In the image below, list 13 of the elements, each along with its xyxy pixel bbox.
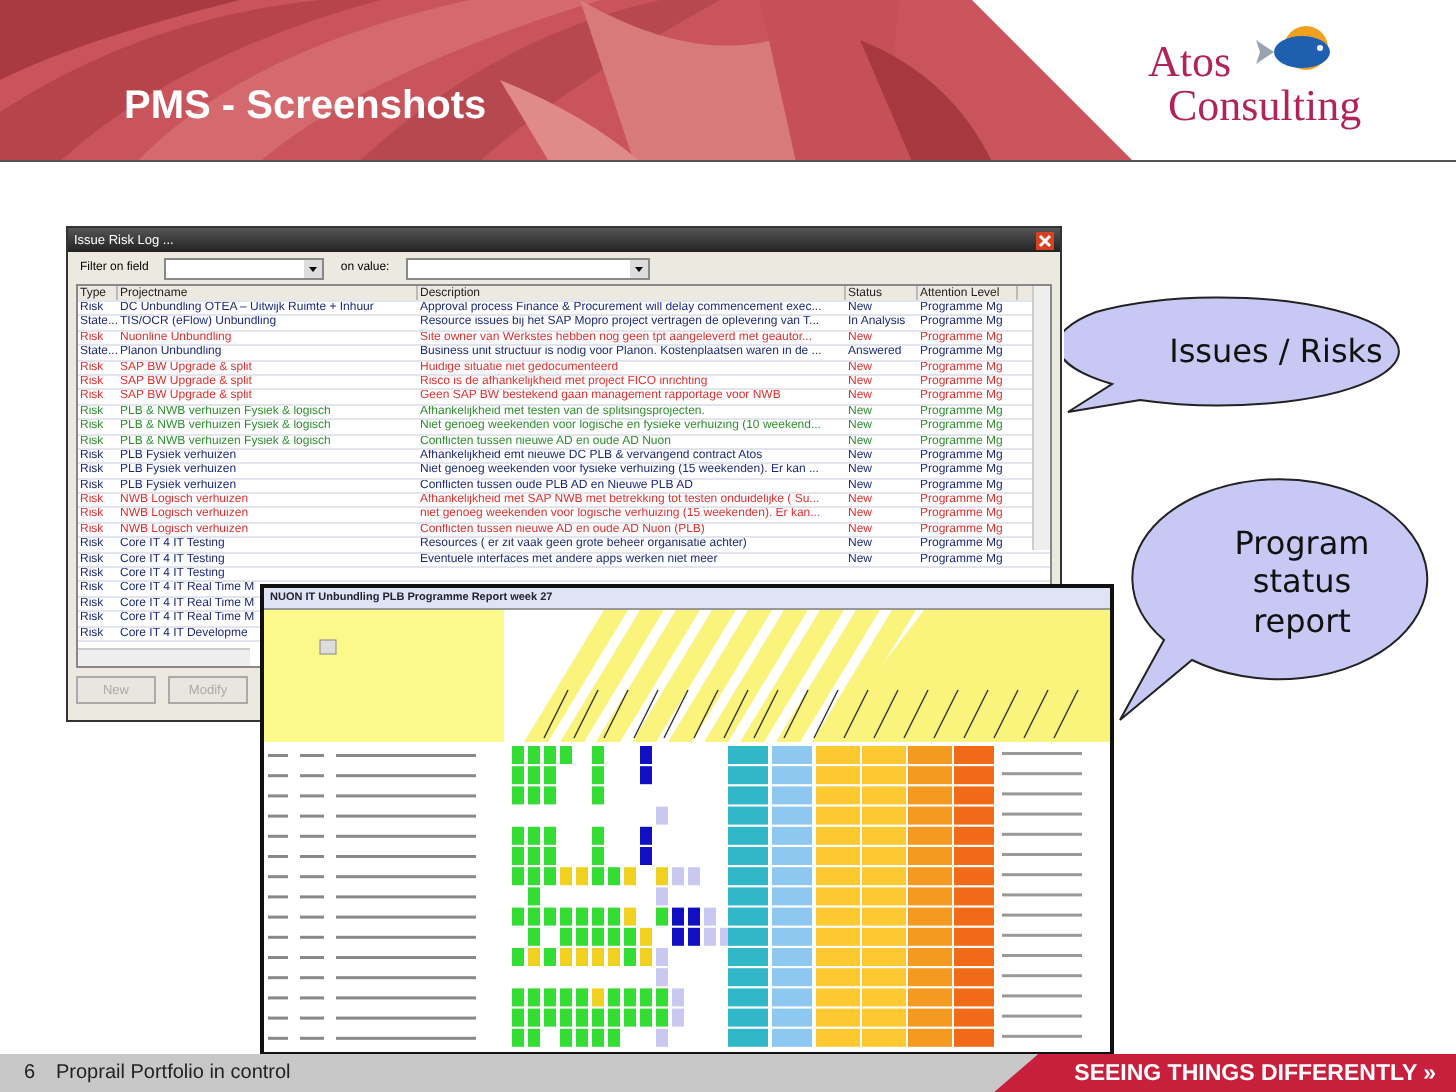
- dropdown-field[interactable]: [405, 257, 650, 279]
- close-icon[interactable]: [1036, 231, 1054, 249]
- footer-text: Proprail Portfolio in control: [56, 1062, 293, 1084]
- callout-text: Issues / Risks: [1169, 332, 1383, 372]
- dropdown-field[interactable]: [164, 257, 325, 279]
- scrollbar[interactable]: [78, 648, 250, 666]
- tagline-banner: SEEING THINGS DIFFERENTLY »: [994, 1054, 1456, 1092]
- caret-icon[interactable]: [304, 259, 323, 277]
- scrollbar[interactable]: [1032, 286, 1050, 550]
- caret-icon[interactable]: [629, 259, 648, 277]
- page-number: 6: [22, 1062, 38, 1084]
- slide-title: PMS - Screenshots: [124, 84, 487, 130]
- callout-text: Program status report: [1232, 524, 1372, 640]
